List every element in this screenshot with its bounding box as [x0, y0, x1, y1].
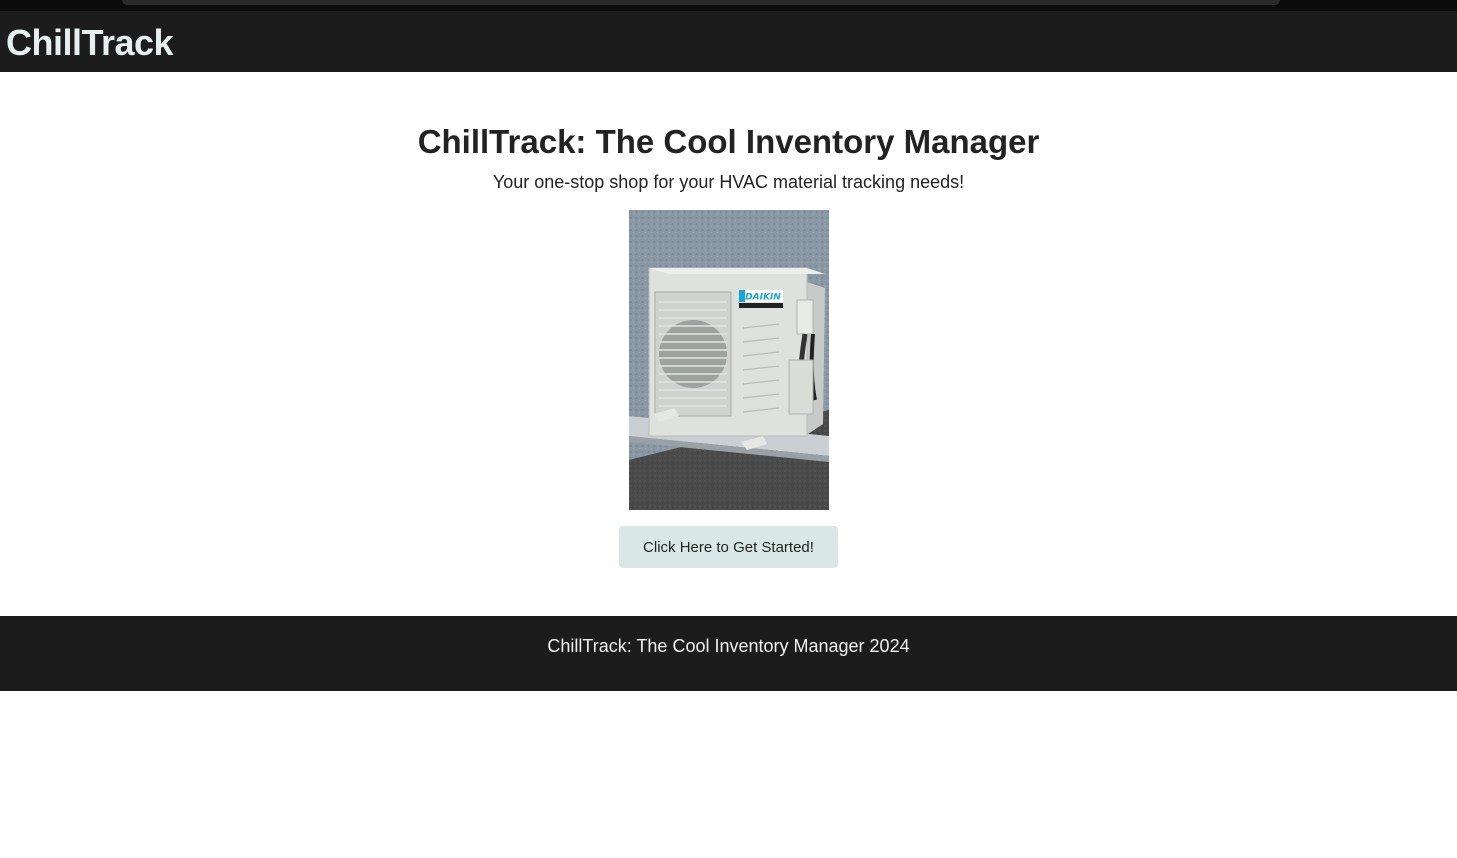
hvac-unit-image: DAIKIN	[629, 210, 829, 510]
brand-logo-link[interactable]: ChillTrack	[6, 22, 174, 64]
browser-chrome-strip	[0, 0, 1457, 11]
hero-section: ChillTrack: The Cool Inventory Manager Y…	[0, 72, 1457, 616]
top-navbar: ChillTrack	[0, 11, 1457, 72]
footer-copyright-text: ChillTrack: The Cool Inventory Manager 2…	[547, 636, 910, 656]
browser-address-bar-edge	[122, 0, 1280, 5]
page-footer: ChillTrack: The Cool Inventory Manager 2…	[0, 616, 1457, 691]
svg-text:DAIKIN: DAIKIN	[745, 293, 781, 303]
page-title: ChillTrack: The Cool Inventory Manager	[417, 123, 1040, 160]
page-subtitle: Your one-stop shop for your HVAC materia…	[492, 172, 965, 192]
get-started-button[interactable]: Click Here to Get Started!	[619, 526, 838, 568]
